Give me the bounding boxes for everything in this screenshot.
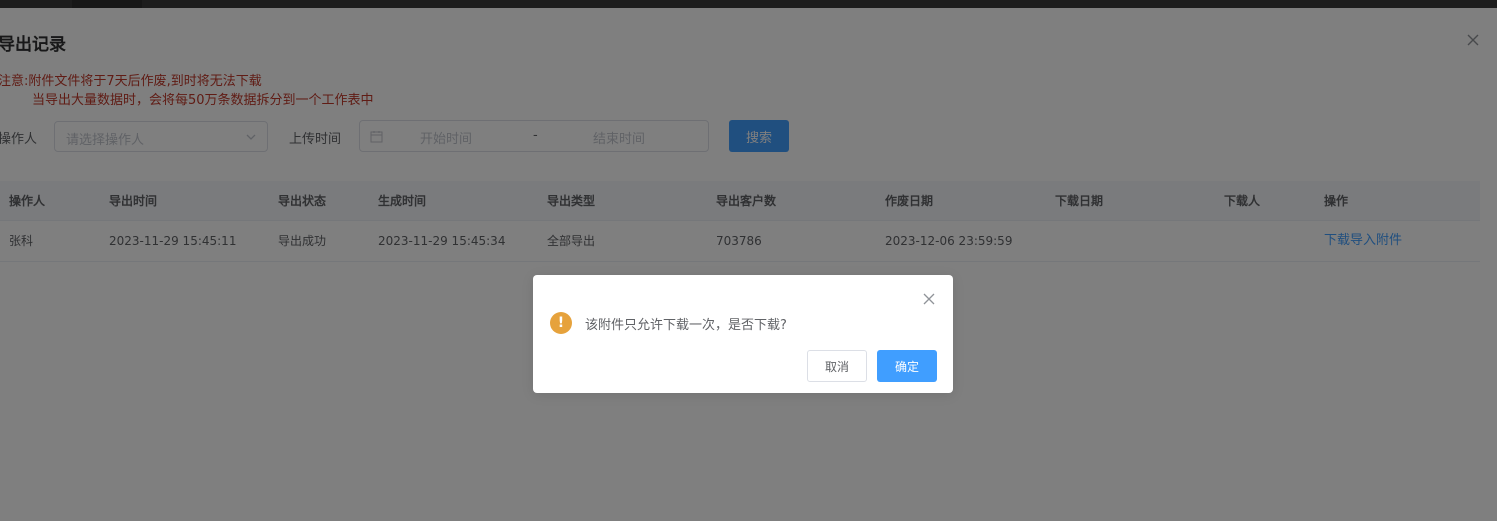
modal-overlay[interactable] [0,0,1497,521]
confirm-button[interactable]: 确定 [877,350,937,382]
close-icon[interactable] [922,292,936,306]
confirm-message: 该附件只允许下载一次，是否下载? [585,318,787,333]
warning-icon: ! [550,312,572,334]
cancel-button[interactable]: 取消 [807,350,867,382]
confirm-dialog: ! 该附件只允许下载一次，是否下载? 取消 确定 [533,275,953,393]
